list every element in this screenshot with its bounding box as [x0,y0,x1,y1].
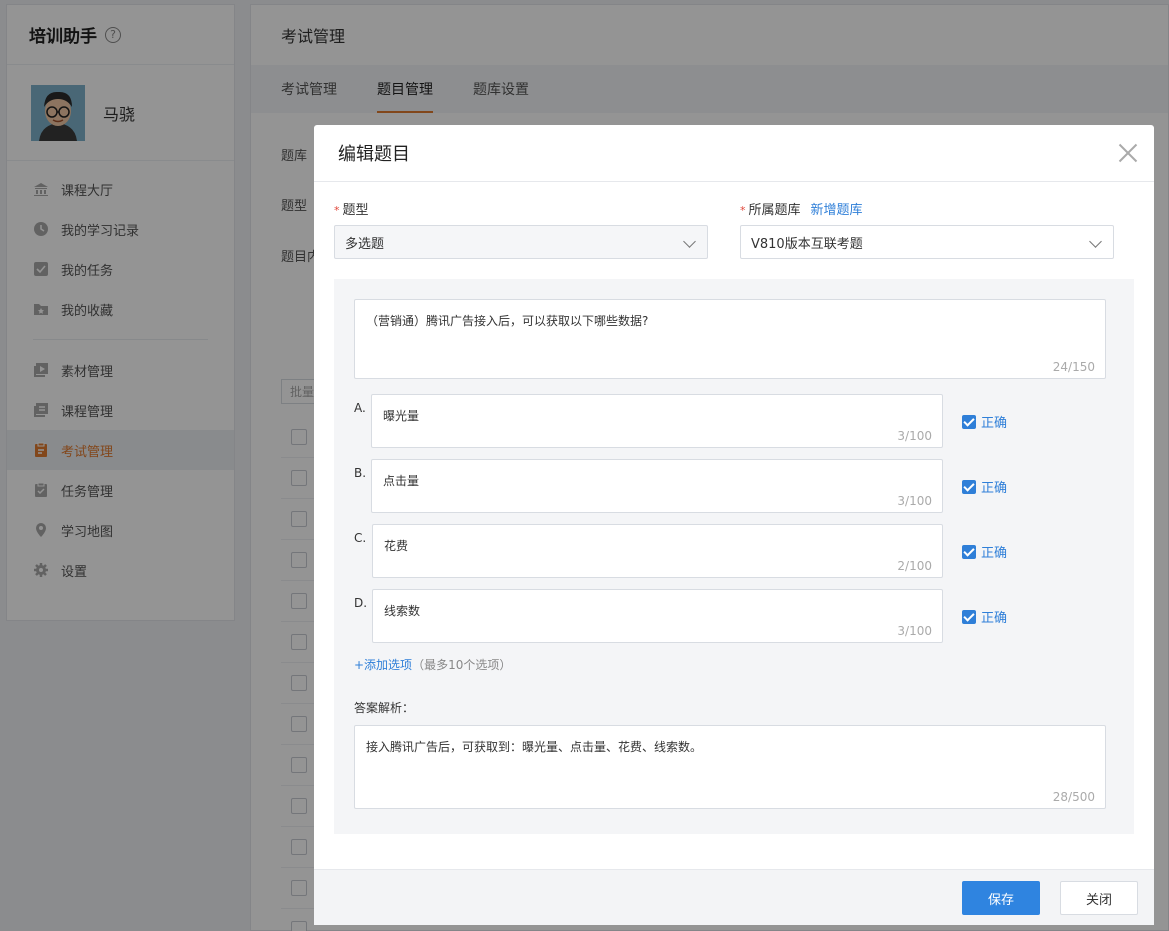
add-bank-link[interactable]: 新增题库 [811,203,863,218]
correct-checkbox-a[interactable]: 正确 [962,412,1007,431]
option-char-counter: 2/100 [897,559,932,573]
option-letter: A. [354,401,366,415]
option-text: 线索数 [384,604,421,618]
checkbox-checked-icon [962,414,976,429]
option-text: 花费 [384,539,409,553]
correct-checkbox-c[interactable]: 正确 [962,542,1007,561]
option-letter: B. [354,466,367,480]
checkbox-checked-icon [962,479,976,494]
option-char-counter: 3/100 [897,494,932,508]
correct-label: 正确 [981,611,1008,626]
option-text: 曝光量 [383,409,420,423]
required-mark: * [740,204,746,217]
option-letter: C. [354,531,367,545]
correct-label: 正确 [981,481,1008,496]
checkbox-checked-icon [962,609,976,624]
option-char-counter: 3/100 [897,429,932,443]
question-bank-value: V810版本互联考题 [751,236,863,252]
save-button[interactable]: 保存 [962,881,1040,915]
correct-label: 正确 [981,546,1008,561]
answer-analysis-label: 答案解析： [354,701,415,715]
question-char-counter: 24/150 [1052,360,1095,374]
answer-char-counter: 28/500 [1052,790,1095,804]
option-text: 点击量 [383,474,420,488]
checkbox-checked-icon [962,544,976,559]
option-input-b[interactable]: 点击量 3/100 [371,459,943,513]
option-input-d[interactable]: 线索数 3/100 [372,589,943,643]
correct-checkbox-d[interactable]: 正确 [962,607,1007,626]
chevron-down-icon [1089,235,1102,248]
chevron-down-icon [683,235,696,248]
close-button[interactable]: 关闭 [1060,881,1138,915]
required-mark: * [334,204,340,217]
add-option-link[interactable]: +添加选项（最多10个选项） [354,656,511,673]
option-input-c[interactable]: 花费 2/100 [372,524,943,578]
dialog-footer: 保存 关闭 [314,869,1154,925]
question-type-value: 多选题 [345,236,385,252]
question-content-panel: （营销通）腾讯广告接入后，可以获取以下哪些数据? 24/150 A. 曝光量 3… [334,279,1134,834]
correct-label: 正确 [981,416,1008,431]
answer-textarea[interactable]: 接入腾讯广告后，可获取到：曝光量、点击量、花费、线索数。 28/500 [354,725,1106,809]
edit-question-dialog: 编辑题目 * 题型 多选题 * 所属题库 新增题库 V810版本互联考题 （营销通）腾… [314,125,1154,925]
answer-text: 接入腾讯广告后，可获取到：曝光量、点击量、花费、线索数。 [366,740,703,754]
dialog-header: 编辑题目 [314,125,1154,182]
question-bank-select[interactable]: V810版本互联考题 [740,225,1114,259]
correct-checkbox-b[interactable]: 正确 [962,477,1007,496]
option-input-a[interactable]: 曝光量 3/100 [371,394,943,448]
question-text: （营销通）腾讯广告接入后，可以获取以下哪些数据? [366,314,649,328]
question-bank-label: * 所属题库 新增题库 [740,203,863,218]
question-type-label: * 题型 [334,203,369,218]
question-textarea[interactable]: （营销通）腾讯广告接入后，可以获取以下哪些数据? 24/150 [354,299,1106,379]
option-letter: D. [354,596,368,610]
question-type-select[interactable]: 多选题 [334,225,708,259]
close-icon[interactable] [1118,143,1138,163]
add-option-hint: （最多10个选项） [412,658,512,672]
option-char-counter: 3/100 [897,624,932,638]
dialog-title: 编辑题目 [338,144,410,165]
